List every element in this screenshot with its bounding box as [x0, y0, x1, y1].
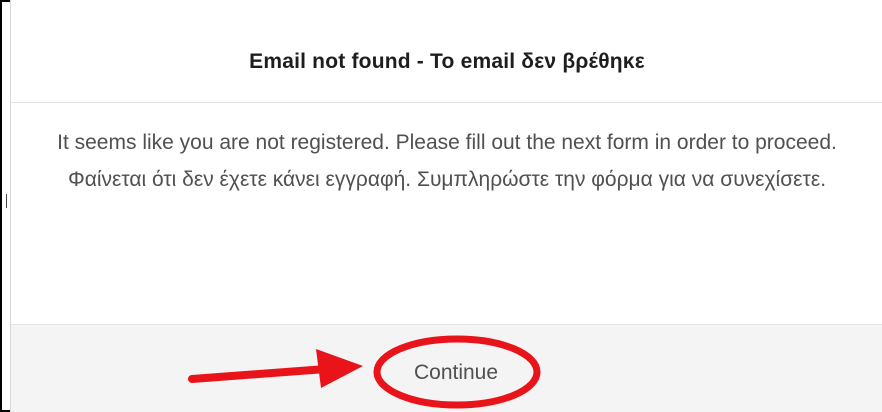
continue-button[interactable]: Continue — [390, 355, 522, 391]
title-divider — [11, 102, 882, 103]
email-not-found-dialog: Email not found - Το email δεν βρέθηκε I… — [10, 0, 882, 412]
dialog-title: Email not found - Το email δεν βρέθηκε — [249, 50, 645, 73]
message-greek: Φαίνεται ότι δεν έχετε κάνει εγγραφή. Συ… — [67, 168, 827, 191]
message-english: It seems like you are not registered. Pl… — [57, 131, 837, 154]
dialog-message: It seems like you are not registered. Pl… — [31, 124, 863, 198]
